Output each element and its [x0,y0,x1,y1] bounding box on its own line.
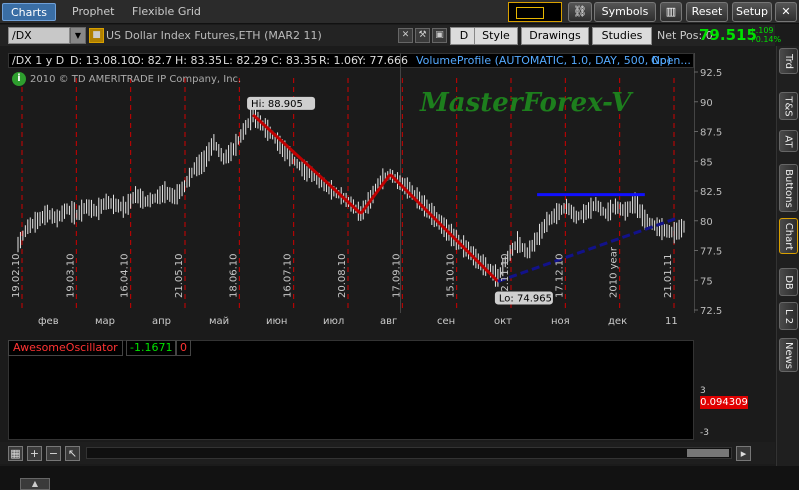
month-label: июл [323,316,345,327]
date-mark-label: 2010 year [609,246,620,298]
sidebar-tab-label: AT [783,134,794,148]
bottom-strip [0,466,799,490]
sidebar-tab-buttons[interactable]: Buttons [779,164,798,212]
month-label: фев [38,316,59,327]
sidebar-tab-label: Chart [783,222,795,250]
month-label: 11 [665,316,678,327]
date-mark-label: 12.11.10 [500,253,511,298]
date-mark-label: 18.06.10 [228,253,239,298]
month-label: ноя [551,316,570,327]
sidebar-tab-label: Buttons [783,168,794,208]
month-label: дек [608,316,628,327]
price-tick-label: 82.5 [700,187,722,198]
trendline [389,173,499,283]
date-mark-label: 19.02.10 [11,253,22,298]
sidebar-tab-l2[interactable]: L 2 [779,302,798,330]
zoom-out-icon[interactable]: − [46,446,61,461]
month-label: окт [494,316,512,327]
date-mark-label: 21.05.10 [174,253,185,298]
extreme-label: Hi: 88.905 [251,99,303,110]
cursor-icon[interactable]: ↖ [65,446,80,461]
sidebar-tab-label: Trd [782,53,794,69]
sidebar-tab-chart[interactable]: Chart [779,218,798,254]
date-mark-label: 20.08.10 [337,253,348,298]
month-label: мар [95,316,116,327]
oscillator-zero: 0 [176,340,191,356]
date-mark-label: 15.10.10 [446,253,457,298]
sidebar-tab-label: News [783,341,794,369]
price-tick-label: 92.5 [700,68,722,79]
zoom-in-icon[interactable]: + [27,446,42,461]
month-axis: фев мар апр май июн июл авг сен окт ноя дек 11 [8,314,694,332]
price-tick-label: 77.5 [700,247,722,258]
expand-up-icon[interactable]: ▲ [20,478,50,490]
osc-tick-bottom: -3 [700,428,709,438]
date-mark-label: 21.01.11 [663,253,674,298]
sidebar-tab-label: L 2 [783,308,794,324]
date-mark-label: 19.03.10 [65,253,76,298]
oscillator-current-tag: 0.094309 [700,396,748,409]
month-label: апр [152,316,172,327]
copyright-text: 2010 © TD AMERITRADE IP Company, Inc. [30,74,242,85]
date-mark-label: 16.07.10 [283,253,294,298]
sidebar-tab-db[interactable]: DB [779,268,798,296]
sidebar-tab-trd[interactable]: Trd [779,48,798,74]
price-tick-label: 87.5 [700,128,722,139]
sidebar-tab-at[interactable]: AT [779,130,798,152]
info-icon[interactable]: i [12,72,26,86]
watermark-text: MasterForex-V [420,88,632,118]
date-mark-label: 17.09.10 [391,253,402,298]
sidebar-tab-news[interactable]: News [779,338,798,372]
month-label: июн [266,316,288,327]
sidebar-tab-label: T&S [783,95,795,117]
date-mark-label: 17.12.10 [554,253,565,298]
scroll-right-icon[interactable]: ▸ [736,446,751,461]
grid-icon[interactable]: ▦ [8,446,23,461]
sidebar-tab-ts[interactable]: T&S [779,92,798,120]
trendline [252,113,362,215]
time-scrollbar[interactable] [86,447,732,459]
price-tick-label: 80 [700,217,713,228]
osc-tick-top: 3 [700,386,706,396]
month-label: сен [437,316,456,327]
month-label: май [209,316,230,327]
month-label: авг [380,316,398,327]
scroll-thumb[interactable] [687,449,729,457]
date-mark-label: 16.04.10 [120,253,131,298]
extreme-label: Lo: 74.965 [499,293,552,304]
price-tick-label: 85 [700,157,713,168]
right-sidebar: Trd T&S AT Buttons Chart DB L 2 News [776,46,799,466]
price-tick-label: 72.5 [700,306,722,317]
price-tick-label: 75 [700,276,713,287]
price-tick-label: 90 [700,98,713,109]
oscillator-value: -1.1671 [126,340,177,356]
trendline [359,173,392,215]
oscillator-name[interactable]: AwesomeOscillator [8,340,123,356]
sidebar-tab-label: DB [783,274,794,290]
